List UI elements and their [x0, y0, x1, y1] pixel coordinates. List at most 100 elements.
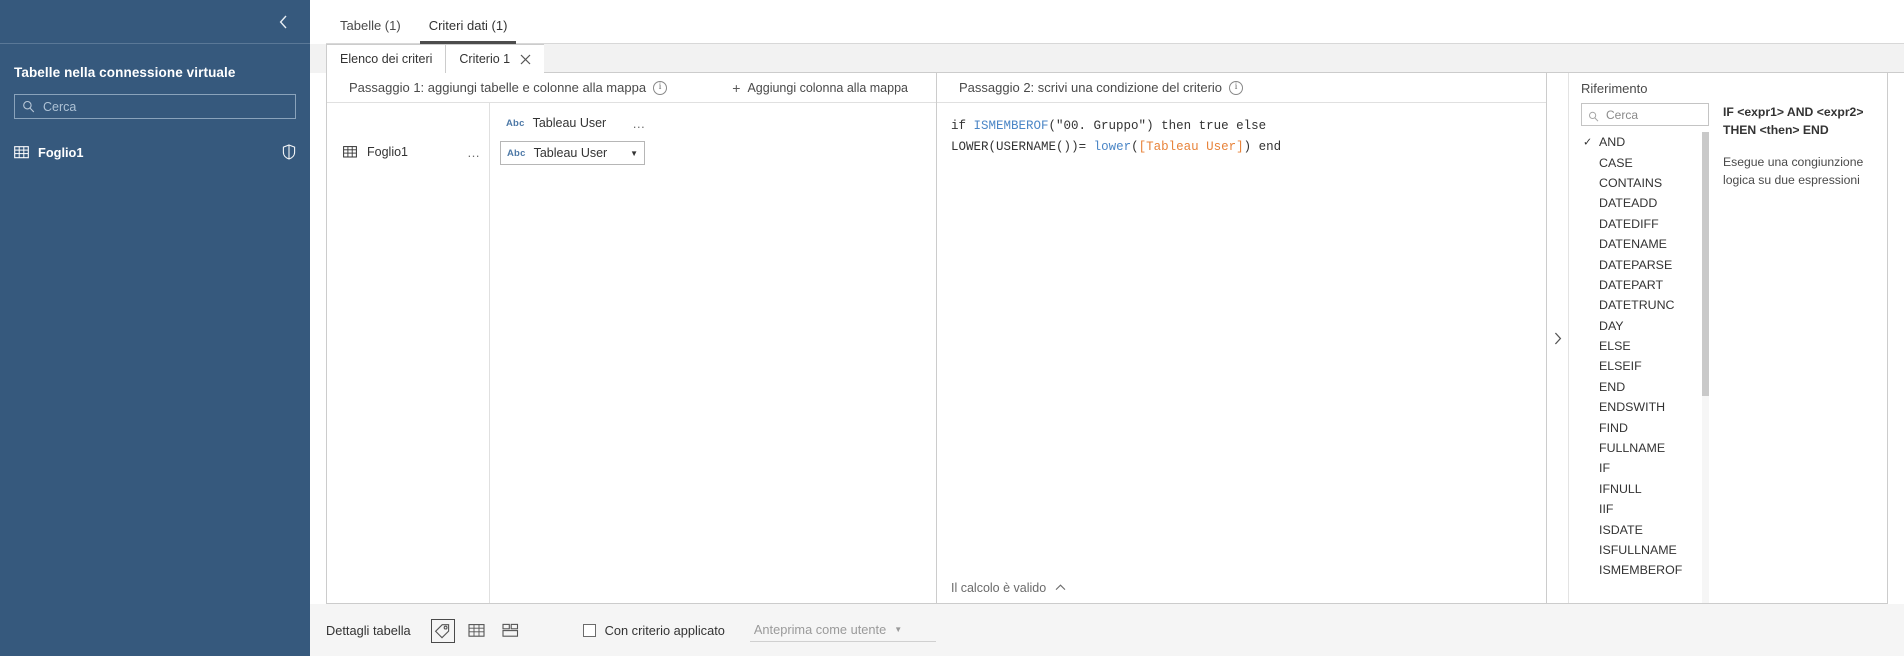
reference-item[interactable]: FIND	[1581, 417, 1699, 437]
reference-item[interactable]: END	[1581, 377, 1699, 397]
step2-title: Passaggio 2: scrivi una condizione del c…	[959, 80, 1223, 95]
subtab-label: Criterio 1	[459, 52, 511, 66]
subtab-elenco-dei-criteri[interactable]: Elenco dei criteri	[326, 44, 447, 73]
table-row-menu-icon[interactable]: …	[467, 146, 481, 159]
info-circle-icon[interactable]: i	[1229, 80, 1244, 95]
step1-title: Passaggio 1: aggiungi tabelle e colonne …	[349, 80, 647, 95]
bottom-toolbar: Dettagli tabella Con criterio applicato …	[310, 604, 1904, 656]
reference-item-label: CASE	[1599, 155, 1633, 170]
reference-collapse-icon[interactable]	[1547, 73, 1569, 603]
reference-item[interactable]: IIF	[1581, 499, 1699, 519]
sidebar-collapse-icon[interactable]	[272, 11, 294, 33]
chevron-up-icon[interactable]	[1055, 583, 1066, 594]
reference-item[interactable]: DATEPART	[1581, 275, 1699, 295]
tab-criteri-dati[interactable]: Criteri dati (1)	[415, 18, 522, 44]
chevron-down-icon[interactable]: ▼	[630, 149, 638, 158]
column-mapping-select[interactable]: Abc Tableau User ▼	[500, 141, 645, 165]
reference-item[interactable]: ISDATE	[1581, 519, 1699, 539]
policy-applied-checkbox-group[interactable]: Con criterio applicato	[582, 623, 725, 638]
preview-as-user-dropdown[interactable]: Anteprima come utente ▼	[749, 620, 937, 642]
tag-icon[interactable]	[430, 618, 455, 643]
search-icon	[1588, 109, 1599, 122]
tab-tabelle[interactable]: Tabelle (1)	[326, 18, 415, 44]
left-sidebar: Tabelle nella connessione virtuale Cerca…	[0, 0, 310, 656]
reference-description: Esegue una congiunzione logica su due es…	[1723, 155, 1864, 188]
reference-item[interactable]: IF	[1581, 458, 1699, 478]
reference-item-label: ISDATE	[1599, 522, 1643, 537]
reference-item-label: END	[1599, 379, 1626, 394]
reference-search-box[interactable]	[1581, 103, 1709, 126]
step1-table-row-foglio1[interactable]: Foglio1 …	[327, 139, 489, 165]
reference-list-scrollbar[interactable]	[1702, 132, 1709, 603]
reference-item[interactable]: DAY	[1581, 316, 1699, 336]
step1-table-label: Foglio1	[367, 145, 408, 159]
reference-item[interactable]: ELSE	[1581, 336, 1699, 356]
reference-item[interactable]: DATETRUNC	[1581, 295, 1699, 315]
info-circle-icon[interactable]: i	[653, 80, 668, 95]
token-then-true-else: then true else	[1153, 119, 1267, 133]
view-mode-icons	[430, 618, 523, 643]
reference-item[interactable]: CASE	[1581, 152, 1699, 172]
check-icon: ✓	[1583, 136, 1593, 149]
panel-reference: Riferimento Cerca ✓ AND CASE CONTAINS DA…	[1547, 73, 1887, 603]
token-field-tableau-user: [Tableau User]	[1138, 139, 1244, 154]
reference-item-label: DAY	[1599, 318, 1624, 333]
step2-title-group: Passaggio 2: scrivi una condizione del c…	[947, 80, 1244, 95]
policy-applied-checkbox[interactable]	[582, 624, 596, 637]
reference-search-input[interactable]	[1606, 107, 1702, 122]
content-wrapper: Passaggio 1: aggiungi tabelle e colonne …	[310, 73, 1904, 604]
table-details-label: Dettagli tabella	[326, 623, 411, 638]
reference-item[interactable]: DATENAME	[1581, 234, 1699, 254]
subtab-criterio-1[interactable]: Criterio 1	[445, 44, 546, 73]
policy-applied-label: Con criterio applicato	[604, 623, 725, 638]
reference-item-label: FIND	[1599, 420, 1628, 435]
panels-container: Passaggio 1: aggiungi tabelle e colonne …	[326, 73, 1888, 604]
reference-item[interactable]: CONTAINS	[1581, 173, 1699, 193]
reference-function-list[interactable]: ✓ AND CASE CONTAINS DATEADD DATEDIFF DATENAME D…	[1581, 132, 1709, 603]
reference-item[interactable]: DATEPARSE	[1581, 254, 1699, 274]
preview-as-user-label: Anteprima come utente	[753, 621, 887, 637]
reference-item[interactable]: ENDSWITH	[1581, 397, 1699, 417]
mapped-column-label: Tableau User	[532, 116, 607, 130]
add-column-to-map-button[interactable]: + Aggiungi colonna alla mappa	[732, 81, 926, 95]
shield-icon[interactable]	[282, 144, 296, 160]
reference-item-label: ELSE	[1599, 339, 1631, 354]
validity-text: Il calcolo è valido	[951, 581, 1047, 595]
reference-item-label: IIF	[1599, 502, 1614, 517]
reference-item-label: ISMEMBEROF	[1599, 563, 1683, 578]
reference-item-label: DATEPART	[1599, 277, 1664, 292]
sidebar-search-box[interactable]	[14, 94, 296, 119]
reference-item-label: DATEPARSE	[1599, 257, 1673, 272]
reference-item[interactable]: ISMEMBEROF	[1581, 560, 1699, 580]
formula-line-2: LOWER(USERNAME())= lower([Tableau User])…	[951, 137, 1532, 158]
reference-item-label: CONTAINS	[1599, 175, 1663, 190]
reference-item[interactable]: IFNULL	[1581, 479, 1699, 499]
token-if: if	[951, 119, 974, 133]
sidebar-title: Tabelle nella connessione virtuale	[14, 65, 236, 80]
grid-table-icon[interactable]	[465, 619, 489, 643]
reference-item[interactable]: FULLNAME	[1581, 438, 1699, 458]
reference-list-scrollthumb[interactable]	[1702, 132, 1709, 396]
token-lower-fn: lower	[1093, 139, 1132, 154]
sidebar-item-foglio1[interactable]: Foglio1	[0, 137, 310, 167]
mapped-column-menu-icon[interactable]: …	[632, 117, 646, 130]
reference-list-wrapper: ✓ AND CASE CONTAINS DATEADD DATEDIFF DATENAME D…	[1581, 132, 1709, 603]
reference-item-label: DATEDIFF	[1599, 216, 1659, 231]
sidebar-search-input[interactable]	[43, 99, 288, 114]
reference-item[interactable]: ✓ AND	[1581, 132, 1699, 152]
reference-item[interactable]: ELSEIF	[1581, 356, 1699, 376]
calculation-editor[interactable]: if ISMEMBEROF("00. Gruppo") then true el…	[937, 103, 1546, 573]
mapped-column-header: Abc Tableau User …	[500, 112, 936, 134]
reference-item[interactable]: ISFULLNAME	[1581, 540, 1699, 560]
reference-item-label: DATETRUNC	[1599, 298, 1675, 313]
reference-item[interactable]: DATEDIFF	[1581, 214, 1699, 234]
close-icon[interactable]	[520, 54, 531, 65]
sub-tab-bar: Elenco dei criteri Criterio 1	[310, 44, 1904, 73]
token-paren-open: (	[1048, 119, 1057, 133]
layout-icon[interactable]	[499, 619, 523, 643]
step1-title-group: Passaggio 1: aggiungi tabelle e colonne …	[337, 80, 668, 95]
reference-item[interactable]: DATEADD	[1581, 193, 1699, 213]
main-area: Tabelle (1) Criteri dati (1) Elenco dei …	[310, 0, 1904, 656]
step1-body: Foglio1 … Abc Tableau User … Abc Tableau…	[327, 103, 936, 603]
reference-item-label: IF	[1599, 461, 1611, 476]
